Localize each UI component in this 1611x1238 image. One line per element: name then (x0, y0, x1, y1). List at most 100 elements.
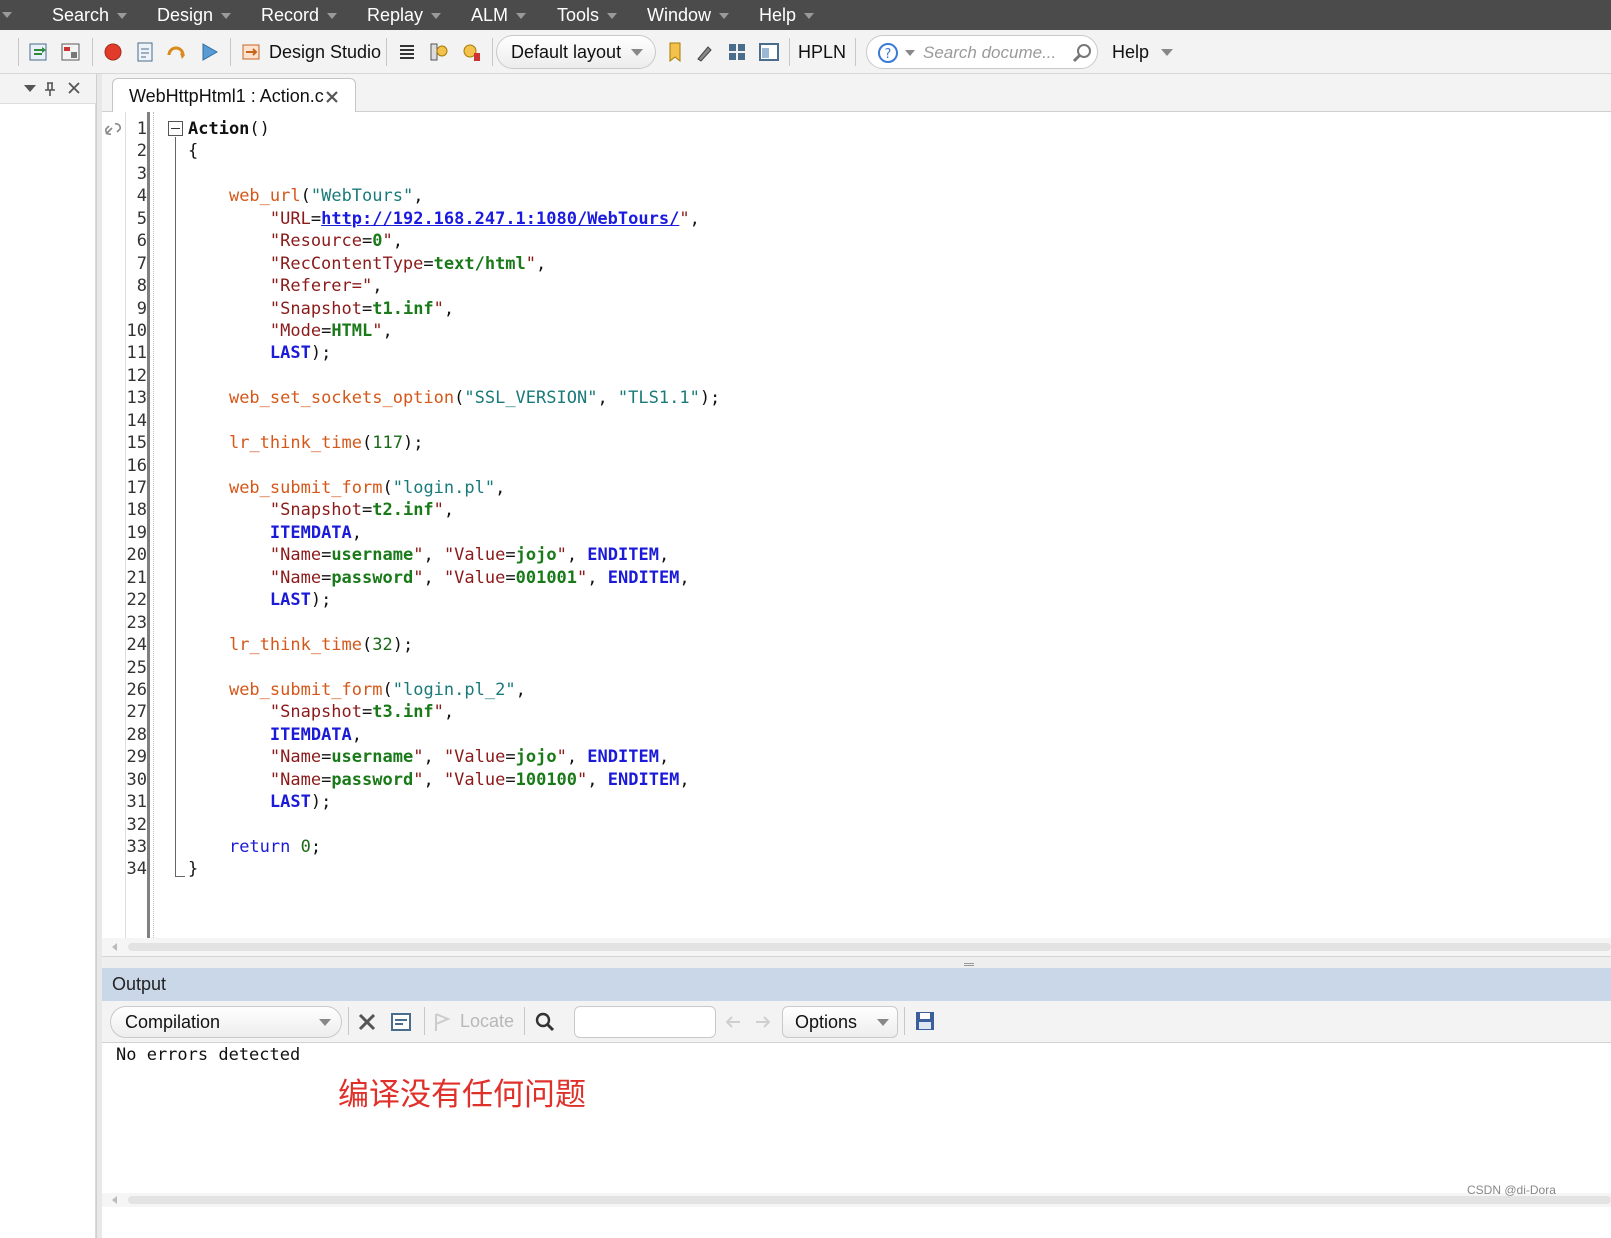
wrap-text-icon[interactable] (390, 1011, 412, 1033)
code-line: "Resource=0", (188, 230, 720, 252)
code-token: , (679, 567, 690, 588)
menu-window[interactable]: Window (647, 2, 730, 28)
code-token: username (331, 545, 414, 566)
close-tab-icon[interactable] (325, 90, 339, 104)
refresh-script-icon[interactable] (26, 38, 52, 66)
line-number: 24 (126, 635, 147, 656)
code-token: , (423, 545, 444, 566)
scroll-left-icon[interactable] (112, 943, 117, 951)
search-icon[interactable] (534, 1011, 556, 1033)
options-dropdown[interactable]: Options (782, 1006, 898, 1038)
code-line: web_submit_form("login.pl_2", (188, 679, 720, 701)
code-link[interactable]: http://192.168.247.1:1080/WebTours/ (321, 209, 679, 229)
list-view-icon[interactable] (394, 38, 420, 66)
toolbar-separator (230, 38, 231, 66)
panel-menu-icon[interactable] (24, 85, 36, 92)
output-filter-dropdown[interactable]: Compilation (110, 1006, 342, 1038)
menu-design[interactable]: Design (157, 2, 232, 28)
layout-dropdown[interactable]: Default layout (496, 35, 656, 69)
menu-search[interactable]: Search (52, 2, 128, 28)
replay-step-icon[interactable] (164, 38, 190, 66)
code-token: "Value (443, 747, 506, 768)
menu-tools[interactable]: Tools (557, 2, 618, 28)
code-token: ENDITEM (587, 747, 659, 768)
code-token: " (525, 253, 537, 274)
code-line: "Snapshot=t2.inf", (188, 499, 720, 521)
record-icon[interactable] (100, 38, 126, 66)
output-horizontal-scrollbar[interactable] (102, 1193, 1611, 1207)
code-token: password (331, 567, 414, 588)
snapshot-icon[interactable] (426, 38, 452, 66)
code-line: { (188, 140, 720, 162)
left-side-panel (0, 74, 96, 1238)
code-content[interactable]: Action(){ web_url("WebTours", "URL=http:… (188, 118, 720, 881)
compile-icon[interactable] (132, 38, 158, 66)
code-token: 0 (372, 231, 383, 252)
collapse-icon[interactable] (168, 121, 183, 136)
chevron-down-icon[interactable] (1161, 49, 1173, 56)
line-number: 33 (126, 837, 147, 857)
code-token: = (505, 545, 516, 566)
hpln-button[interactable]: HPLN (798, 40, 846, 64)
design-studio-icon[interactable] (238, 38, 264, 66)
menu-help[interactable]: Help (759, 2, 815, 28)
bookmark-icon[interactable] (662, 38, 688, 66)
code-token: "WebTours" (310, 186, 414, 207)
horizontal-splitter[interactable] (102, 956, 1611, 968)
chevron-down-icon (117, 13, 128, 20)
menu-record-label: Record (261, 5, 320, 25)
code-token: , (423, 567, 444, 588)
line-number: 31 (126, 792, 147, 813)
pin-icon[interactable] (43, 81, 57, 97)
search-icon[interactable] (1071, 42, 1093, 64)
scroll-track[interactable] (128, 943, 1611, 951)
code-token: "Name (188, 747, 322, 768)
scroll-track[interactable] (128, 1196, 1611, 1204)
runtime-settings-icon[interactable] (58, 38, 84, 66)
line-number: 27 (126, 702, 147, 723)
thumbnail-icon[interactable] (458, 38, 484, 66)
code-token: , (658, 747, 670, 768)
tab-action-c[interactable]: WebHttpHtml1 : Action.c (112, 78, 356, 113)
menu-record[interactable]: Record (261, 2, 338, 28)
line-number: 11 (126, 343, 147, 364)
run-icon[interactable] (196, 38, 222, 66)
scroll-left-icon[interactable] (112, 1196, 117, 1204)
window-layout-icon[interactable] (756, 38, 782, 66)
locate-button[interactable]: Locate (460, 1011, 514, 1032)
brush-icon[interactable] (692, 38, 718, 66)
save-icon[interactable] (914, 1010, 936, 1032)
menu-overflow-icon[interactable] (2, 12, 12, 18)
link-icon[interactable] (103, 120, 125, 138)
line-number: 34 (126, 859, 147, 880)
chevron-down-icon[interactable] (905, 50, 915, 56)
grid-view-icon[interactable] (724, 38, 750, 66)
help-button[interactable]: Help (1112, 40, 1149, 64)
output-find-input[interactable] (574, 1006, 716, 1038)
locate-icon (435, 1013, 451, 1031)
search-input[interactable] (923, 42, 1063, 64)
chevron-down-icon (607, 13, 618, 20)
code-token: LAST (269, 590, 311, 611)
code-line: "Name=username", "Value=jojo", ENDITEM, (188, 544, 720, 566)
help-question-icon[interactable]: ? (877, 42, 899, 64)
close-icon[interactable] (67, 81, 81, 95)
menu-alm[interactable]: ALM (471, 2, 527, 28)
editor-horizontal-scrollbar[interactable] (102, 938, 1611, 956)
code-token: t3.inf (372, 702, 434, 723)
output-toolbar: Compilation Locate Options (102, 1001, 1611, 1043)
design-studio-button[interactable]: Design Studio (269, 40, 381, 64)
clear-icon[interactable] (356, 1011, 378, 1033)
line-number: 20 (126, 545, 147, 566)
splitter-grip[interactable] (964, 963, 974, 966)
menu-replay[interactable]: Replay (367, 2, 442, 28)
code-token: "RecContentType (188, 253, 424, 274)
code-token: = (362, 231, 373, 252)
line-number: 15 (126, 433, 147, 454)
document-search[interactable]: ? (866, 35, 1098, 69)
code-token: 0 (300, 837, 311, 857)
